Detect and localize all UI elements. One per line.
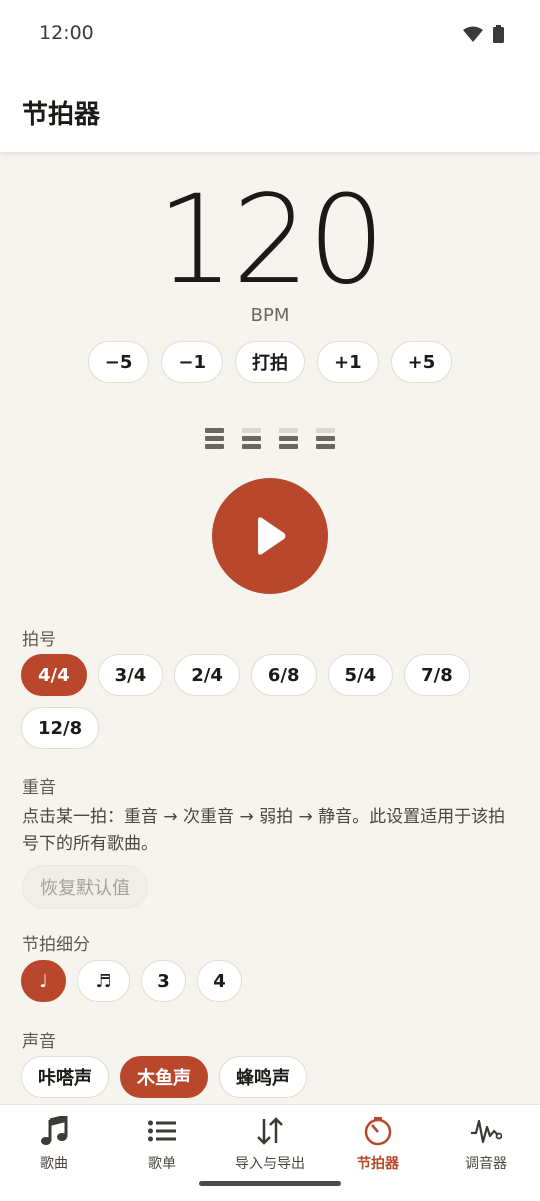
nav-item-playlists[interactable]: 歌单 — [108, 1105, 216, 1201]
sound-option-beep[interactable]: 蜂鸣声 — [219, 1056, 307, 1098]
nav-item-songs[interactable]: 歌曲 — [0, 1105, 108, 1201]
beat-indicators — [0, 423, 540, 449]
bpm-display: 120 — [156, 169, 386, 311]
import-export-icon — [257, 1117, 283, 1145]
nav-label-import-export: 导入与导出 — [235, 1156, 305, 1172]
list-icon — [148, 1120, 176, 1142]
time-signature-options: 4/4 3/4 2/4 6/8 5/4 7/8 12/8 — [21, 654, 521, 749]
beat-indicator[interactable] — [316, 423, 335, 449]
play-button[interactable] — [212, 478, 328, 594]
plus-5-button[interactable]: +5 — [390, 341, 453, 383]
minus-1-button[interactable]: −1 — [161, 341, 223, 383]
metronome-icon — [364, 1117, 392, 1146]
sound-option-click[interactable]: 咔嗒声 — [21, 1056, 109, 1098]
nav-item-metronome[interactable]: 节拍器 — [324, 1105, 432, 1201]
time-signature-option-4-4[interactable]: 4/4 — [21, 654, 87, 696]
battery-icon — [493, 25, 504, 43]
reset-defaults-button[interactable]: 恢复默认值 — [22, 865, 148, 909]
tempo-adjust-row: −5 −1 打拍 +1 +5 — [0, 341, 540, 383]
subdivision-eighth[interactable]: ♬ — [77, 960, 130, 1002]
subdivision-label: 节拍细分 — [22, 935, 90, 955]
status-icons — [463, 25, 504, 43]
accent-label: 重音 — [22, 778, 56, 798]
nav-label-playlists: 歌单 — [148, 1156, 176, 1172]
subdivision-quarter[interactable]: ♩ — [21, 960, 66, 1002]
home-indicator[interactable] — [199, 1181, 341, 1186]
bottom-nav: 歌曲 歌单 导入与导出 节拍器 调音器 — [0, 1104, 540, 1201]
time-signature-option-7-8[interactable]: 7/8 — [404, 654, 470, 696]
nav-item-tuner[interactable]: 调音器 — [432, 1105, 540, 1201]
wifi-icon — [463, 26, 483, 42]
time-signature-option-5-4[interactable]: 5/4 — [327, 654, 394, 696]
sound-label: 声音 — [22, 1032, 56, 1052]
nav-label-songs: 歌曲 — [40, 1156, 68, 1172]
beat-indicator[interactable] — [242, 423, 261, 449]
nav-item-import-export[interactable]: 导入与导出 — [216, 1105, 324, 1201]
bpm-unit-label: BPM — [250, 305, 290, 326]
time-signature-label: 拍号 — [22, 630, 56, 650]
status-bar: 12:00 — [0, 0, 540, 68]
subdivision-triplet[interactable]: 3 — [141, 960, 186, 1002]
subdivision-sixteenth[interactable]: 4 — [197, 960, 242, 1002]
sound-options: 咔嗒声 木鱼声 蜂鸣声 — [21, 1056, 521, 1098]
page-title: 节拍器 — [22, 100, 101, 130]
play-icon — [258, 517, 286, 555]
music-note-icon — [41, 1116, 68, 1145]
accent-description: 点击某一拍：重音 → 次重音 → 弱拍 → 静音。此设置适用于该拍号下的所有歌曲… — [22, 807, 506, 854]
sound-option-woodblock[interactable]: 木鱼声 — [120, 1056, 208, 1098]
tap-tempo-button[interactable]: 打拍 — [235, 341, 305, 383]
beat-indicator[interactable] — [205, 423, 224, 449]
minus-5-button[interactable]: −5 — [87, 341, 150, 383]
nav-label-metronome: 节拍器 — [357, 1156, 399, 1172]
time-signature-option-3-4[interactable]: 3/4 — [97, 654, 164, 696]
beat-indicator[interactable] — [279, 423, 298, 449]
time-signature-option-12-8[interactable]: 12/8 — [21, 707, 100, 749]
status-time: 12:00 — [39, 22, 94, 44]
time-signature-option-2-4[interactable]: 2/4 — [174, 654, 240, 696]
subdivision-options: ♩ ♬ 3 4 — [21, 960, 521, 1002]
waveform-icon — [471, 1119, 502, 1144]
plus-1-button[interactable]: +1 — [317, 341, 379, 383]
nav-label-tuner: 调音器 — [465, 1156, 507, 1172]
time-signature-option-6-8[interactable]: 6/8 — [250, 654, 317, 696]
app-bar: 节拍器 — [0, 68, 540, 152]
